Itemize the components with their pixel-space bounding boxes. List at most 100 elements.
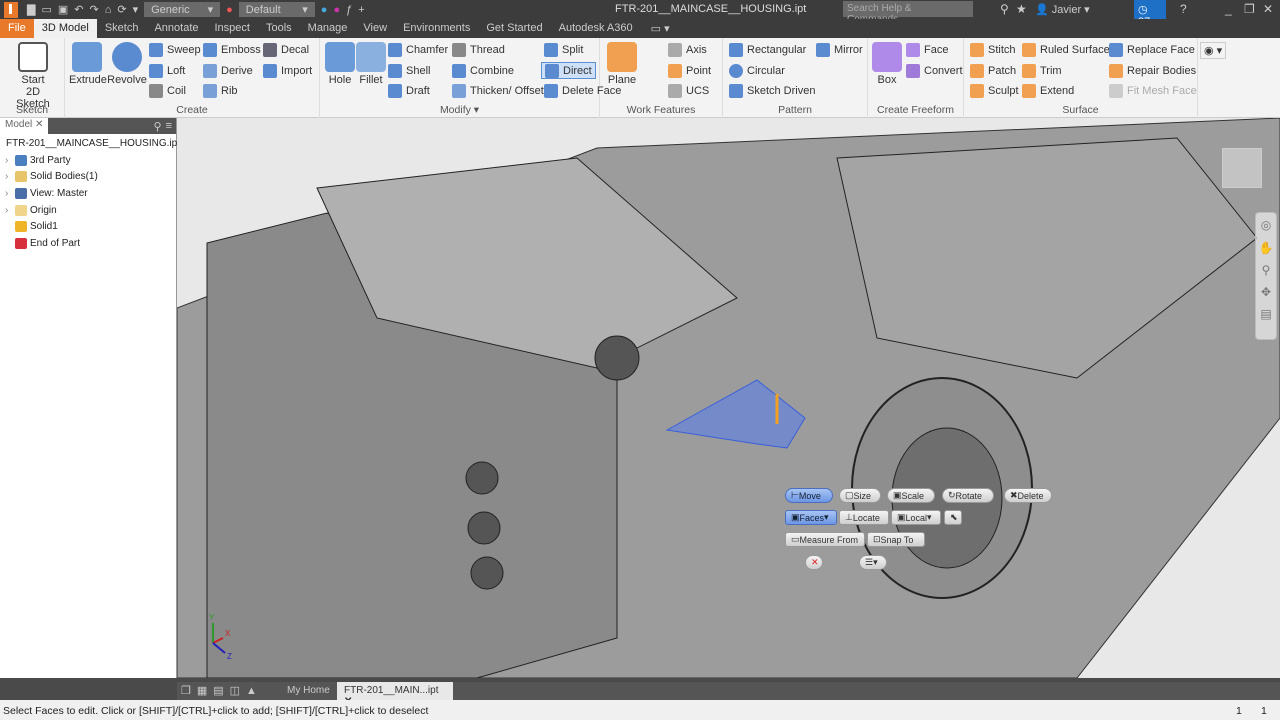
measure-from-button[interactable]: ▭ Measure From bbox=[785, 532, 865, 547]
faces-select[interactable]: ▣ Faces ▾ bbox=[785, 510, 837, 525]
plus-icon[interactable]: + bbox=[358, 4, 364, 16]
extend-button[interactable]: Extend bbox=[1022, 84, 1074, 98]
tab-get-started[interactable]: Get Started bbox=[478, 19, 550, 38]
save-icon[interactable]: ▣ bbox=[58, 3, 68, 16]
ucs-button[interactable]: UCS bbox=[668, 84, 709, 98]
ruled-surface-button[interactable]: Ruled Surface bbox=[1022, 43, 1110, 57]
home-icon[interactable]: ⌂ bbox=[105, 4, 112, 16]
clear-icon[interactable]: ● bbox=[333, 4, 340, 16]
help-search-input[interactable]: Search Help & Commands... bbox=[843, 1, 973, 25]
fx-icon[interactable]: ƒ bbox=[346, 4, 352, 16]
restore-button[interactable]: ❐ bbox=[1244, 2, 1255, 16]
fillet-button[interactable]: Fillet bbox=[356, 42, 386, 86]
look-at-icon[interactable]: ▤ bbox=[1256, 303, 1276, 325]
open-icon[interactable]: ▭ bbox=[41, 3, 51, 16]
tree-item[interactable]: › Solid Bodies(1) bbox=[0, 168, 176, 185]
tab-file[interactable]: File bbox=[0, 19, 34, 38]
user-menu[interactable]: 👤 Javier ▾ bbox=[1035, 3, 1090, 16]
mirror-button[interactable]: Mirror bbox=[816, 43, 863, 57]
tab-inspect[interactable]: Inspect bbox=[207, 19, 258, 38]
signin-icon[interactable]: ⚲ bbox=[1000, 2, 1009, 16]
steering-wheel-icon[interactable]: ◎ bbox=[1256, 213, 1276, 237]
thicken-offset-button[interactable]: Thicken/ Offset bbox=[452, 84, 544, 98]
thread-button[interactable]: Thread bbox=[452, 43, 505, 57]
browser-menu-icon[interactable]: ≡ bbox=[166, 120, 172, 132]
material-select[interactable]: Generic ▾ bbox=[144, 2, 221, 17]
viewcube[interactable] bbox=[1222, 148, 1262, 188]
replace-face-button[interactable]: Replace Face bbox=[1109, 43, 1195, 57]
minimize-button[interactable]: _ bbox=[1225, 2, 1232, 16]
expand-toggle-icon[interactable]: › bbox=[5, 155, 15, 166]
tree-item[interactable]: › View: Master bbox=[0, 185, 176, 202]
tab-manage[interactable]: Manage bbox=[300, 19, 356, 38]
tree-item[interactable]: › 3rd Party bbox=[0, 152, 176, 169]
orbit-icon[interactable]: ✥ bbox=[1256, 281, 1276, 303]
import-button[interactable]: Import bbox=[263, 64, 312, 78]
help-icon[interactable]: ? bbox=[1180, 2, 1187, 16]
snap-to-button[interactable]: ⊡ Snap To bbox=[867, 532, 925, 547]
inventor-logo-icon[interactable] bbox=[4, 1, 18, 18]
chamfer-button[interactable]: Chamfer bbox=[388, 43, 448, 57]
tab-sketch[interactable]: Sketch bbox=[97, 19, 147, 38]
split-button[interactable]: Split bbox=[544, 43, 583, 57]
emboss-button[interactable]: Emboss bbox=[203, 43, 261, 57]
decal-button[interactable]: Decal bbox=[263, 43, 309, 57]
select-icon[interactable]: ▾ bbox=[133, 3, 139, 16]
part-model-view[interactable]: Y X Z bbox=[177, 118, 1280, 678]
sketch-driven-pattern-button[interactable]: Sketch Driven bbox=[729, 84, 815, 98]
scale-button[interactable]: ▣ Scale bbox=[887, 488, 935, 503]
plane-button[interactable]: Plane bbox=[604, 42, 640, 86]
direct-button[interactable]: Direct bbox=[541, 62, 596, 79]
tab-autodesk-a360[interactable]: Autodesk A360 bbox=[551, 19, 641, 38]
shell-button[interactable]: Shell bbox=[388, 64, 430, 78]
close-browser-icon[interactable]: ✕ bbox=[35, 119, 43, 130]
tab-my-home[interactable]: My Home bbox=[280, 682, 337, 700]
expand-toggle-icon[interactable]: › bbox=[5, 171, 15, 182]
tab-model[interactable]: Model ✕ bbox=[0, 118, 49, 134]
browser-search-icon[interactable]: ⚲ bbox=[154, 120, 162, 133]
update-icon[interactable]: ⟳ bbox=[117, 3, 126, 16]
tree-item[interactable]: End of Part bbox=[0, 235, 176, 252]
graphics-window[interactable]: Y X Z ◎ ✋ ⚲ ✥ ▤ ⊢ Move ▢ Size ▣ Scale ↻ … bbox=[177, 118, 1280, 678]
repair-bodies-button[interactable]: Repair Bodies bbox=[1109, 64, 1196, 78]
coil-button[interactable]: Coil bbox=[149, 84, 186, 98]
window-arrange-icons[interactable]: ❐▦▤◫▲ bbox=[181, 684, 263, 697]
move-button[interactable]: ⊢ Move bbox=[785, 488, 833, 503]
revolve-button[interactable]: Revolve bbox=[107, 42, 147, 86]
cancel-icon[interactable]: ✕ bbox=[805, 555, 823, 570]
color-wheel-icon[interactable]: ● bbox=[226, 4, 233, 16]
point-button[interactable]: Point bbox=[668, 64, 711, 78]
combine-button[interactable]: Combine bbox=[452, 64, 514, 78]
adjust-icon[interactable]: ● bbox=[321, 4, 328, 16]
tab-annotate[interactable]: Annotate bbox=[146, 19, 206, 38]
stitch-button[interactable]: Stitch bbox=[970, 43, 1016, 57]
appearance-select[interactable]: Default ▾ bbox=[238, 2, 315, 17]
ribbon-options-button[interactable]: ◉ ▾ bbox=[1200, 42, 1227, 59]
axis-button[interactable]: Axis bbox=[668, 43, 707, 57]
fit-mesh-face-button[interactable]: Fit Mesh Face bbox=[1109, 84, 1197, 98]
convert-button[interactable]: Convert bbox=[906, 64, 963, 78]
tab-3d-model[interactable]: 3D Model bbox=[33, 19, 97, 38]
circular-pattern-button[interactable]: Circular bbox=[729, 64, 785, 78]
sculpt-button[interactable]: Sculpt bbox=[970, 84, 1019, 98]
rectangular-pattern-button[interactable]: Rectangular bbox=[729, 43, 806, 57]
expand-toggle-icon[interactable]: › bbox=[5, 205, 15, 216]
select-mode-icon[interactable]: ⬉ bbox=[944, 510, 962, 525]
face-button[interactable]: Face bbox=[906, 43, 948, 57]
local-select[interactable]: ▣ Local ▾ bbox=[891, 510, 941, 525]
tree-item[interactable]: Solid1 bbox=[0, 218, 176, 235]
delete-button[interactable]: ✖ Delete bbox=[1004, 488, 1052, 503]
expand-toggle-icon[interactable]: › bbox=[5, 188, 15, 199]
workspace-icon[interactable]: ▭ ▾ bbox=[651, 22, 670, 35]
undo-icon[interactable]: ↶ bbox=[74, 3, 83, 16]
hole-button[interactable]: Hole bbox=[324, 42, 356, 86]
tree-item[interactable]: FTR-201__MAINCASE__HOUSING.ipt bbox=[0, 135, 180, 152]
close-button[interactable]: ✕ bbox=[1263, 2, 1273, 16]
derive-button[interactable]: Derive bbox=[203, 64, 253, 78]
new-icon[interactable]: ▇ bbox=[27, 3, 35, 16]
tab-document[interactable]: FTR-201__MAIN...ipt ✕ bbox=[337, 682, 453, 707]
box-button[interactable]: Box bbox=[872, 42, 902, 86]
size-button[interactable]: ▢ Size bbox=[839, 488, 881, 503]
favorites-icon[interactable]: ★ bbox=[1016, 2, 1027, 16]
rotate-button[interactable]: ↻ Rotate bbox=[942, 488, 994, 503]
